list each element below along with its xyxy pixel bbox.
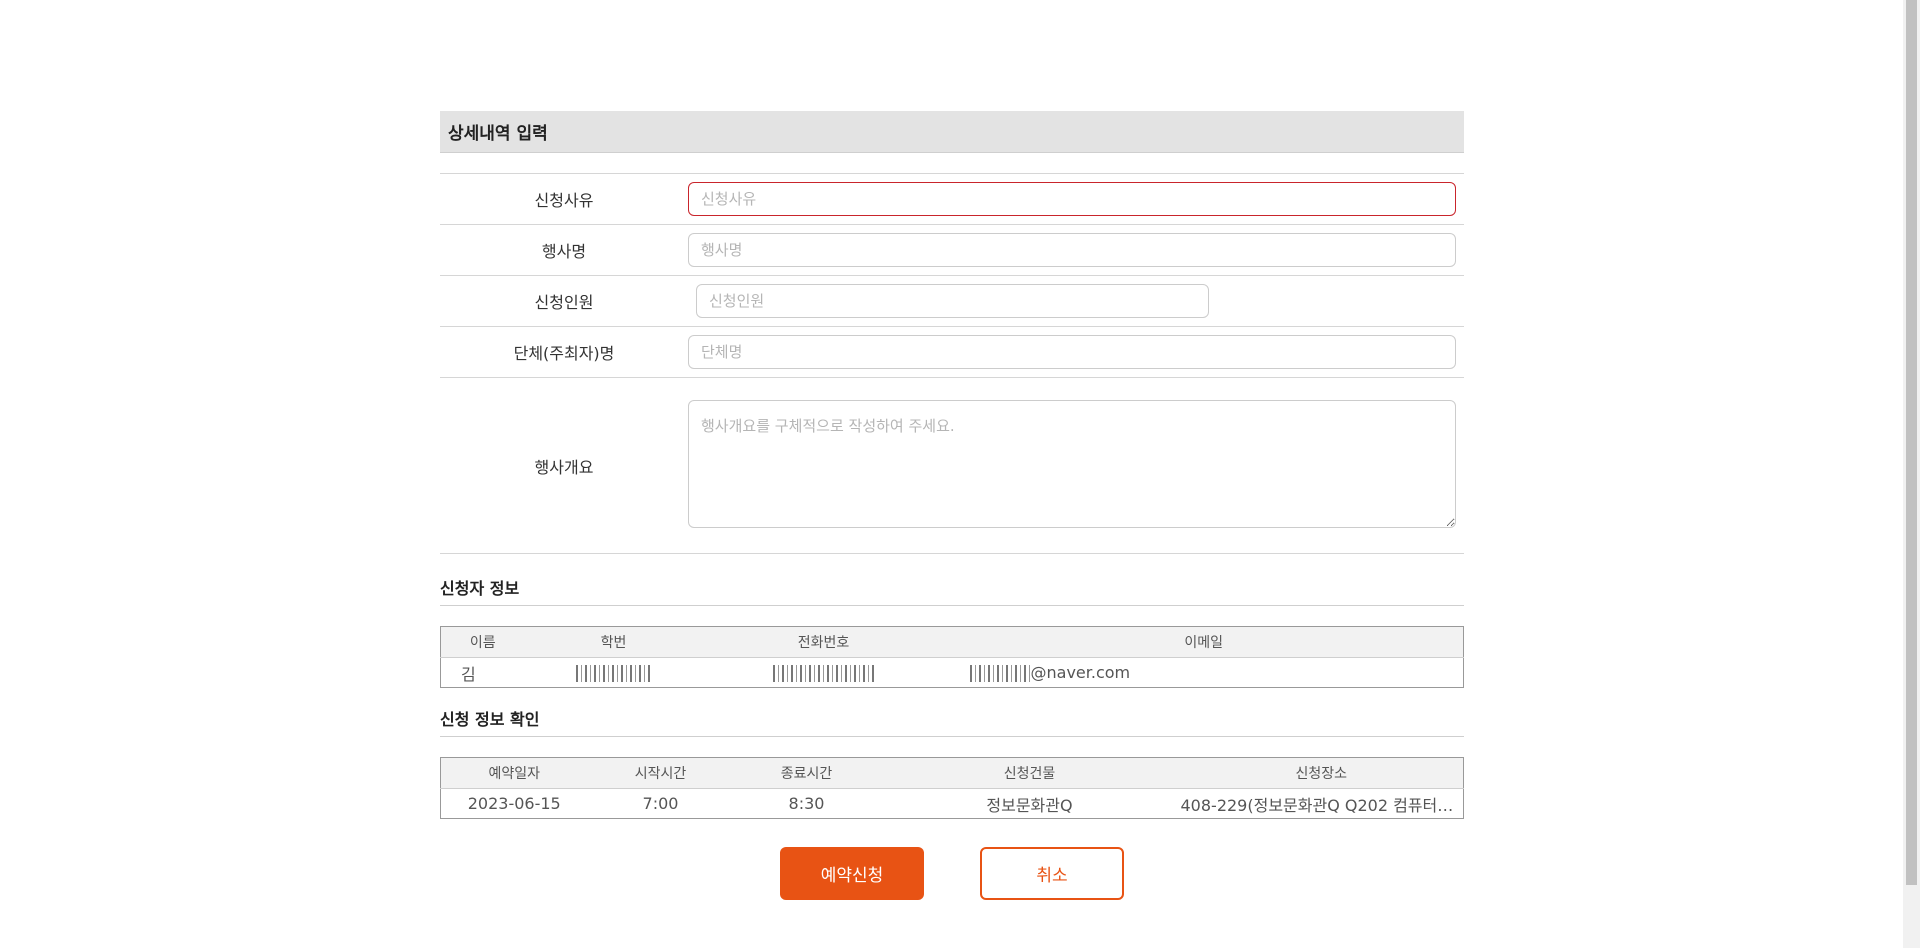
applicant-row: 김 @naver.com: [441, 658, 1464, 688]
form-row-reason: 신청사유: [440, 174, 1464, 225]
email-domain: @naver.com: [1030, 663, 1131, 682]
masked-student-id: [575, 665, 652, 682]
header-end-time: 종료시간: [733, 757, 880, 789]
reason-label: 신청사유: [534, 191, 594, 210]
header-phone: 전화번호: [702, 626, 945, 658]
confirm-section-title: 신청 정보 확인: [440, 706, 1464, 737]
submit-reservation-button[interactable]: 예약신청: [780, 847, 924, 900]
reason-input[interactable]: [688, 182, 1456, 216]
action-buttons: 예약신청 취소: [440, 847, 1464, 900]
masked-email-user: [969, 665, 1031, 682]
detail-form-table: 신청사유 행사명 신청인원 단체(주최자)명 행사개요: [440, 173, 1464, 554]
location: 408-229(정보문화관Q Q202 컴퓨터실...: [1180, 795, 1464, 815]
header-email: 이메일: [944, 626, 1464, 658]
applicant-name: 김: [461, 664, 476, 684]
organization-input[interactable]: [688, 335, 1456, 369]
form-row-overview: 행사개요: [440, 378, 1464, 554]
confirm-header-row: 예약일자 시작시간 종료시간 신청건물 신청장소: [440, 757, 1464, 789]
header-reservation-date: 예약일자: [440, 757, 588, 789]
page-scrollbar[interactable]: [1903, 0, 1920, 948]
confirm-row: 2023-06-15 7:00 8:30 정보문화관Q 408-229(정보문화…: [441, 789, 1464, 819]
overview-label: 행사개요: [534, 457, 594, 477]
scrollbar-thumb[interactable]: [1906, 0, 1917, 885]
detail-section-header: 상세내역 입력: [440, 111, 1464, 153]
masked-phone: [772, 665, 875, 682]
organization-label: 단체(주최자)명: [513, 344, 615, 363]
event-name-label: 행사명: [541, 242, 587, 261]
applicant-section-title: 신청자 정보: [440, 575, 1464, 606]
building: 정보문화관Q: [986, 795, 1073, 815]
reservation-date: 2023-06-15: [467, 794, 561, 813]
headcount-label: 신청인원: [534, 293, 594, 312]
header-location: 신청장소: [1179, 757, 1464, 789]
header-student-id: 학번: [524, 626, 703, 658]
applicant-table: 이름 학번 전화번호 이메일 김 @naver.com: [440, 626, 1464, 688]
applicant-email: @naver.com: [945, 658, 1464, 688]
form-row-event-name: 행사명: [440, 225, 1464, 276]
header-name: 이름: [440, 626, 525, 658]
applicant-phone: [703, 658, 945, 688]
headcount-input[interactable]: [696, 284, 1209, 318]
applicant-header-row: 이름 학번 전화번호 이메일: [440, 626, 1464, 658]
header-building: 신청건물: [879, 757, 1180, 789]
form-row-headcount: 신청인원: [440, 276, 1464, 327]
applicant-student-id: [525, 658, 703, 688]
detail-section-title: 상세내역 입력: [448, 124, 548, 144]
confirm-table: 예약일자 시작시간 종료시간 신청건물 신청장소 2023-06-15 7:00…: [440, 757, 1464, 819]
header-start-time: 시작시간: [587, 757, 734, 789]
reservation-form: 상세내역 입력 신청사유 행사명 신청인원 단체(주최자)명 행사개요 신청자 …: [440, 111, 1464, 900]
end-time: 8:30: [788, 794, 825, 813]
form-row-organization: 단체(주최자)명: [440, 327, 1464, 378]
overview-textarea[interactable]: [688, 399, 1456, 528]
event-name-input[interactable]: [688, 233, 1456, 267]
cancel-button[interactable]: 취소: [980, 847, 1124, 900]
start-time: 7:00: [642, 794, 679, 813]
